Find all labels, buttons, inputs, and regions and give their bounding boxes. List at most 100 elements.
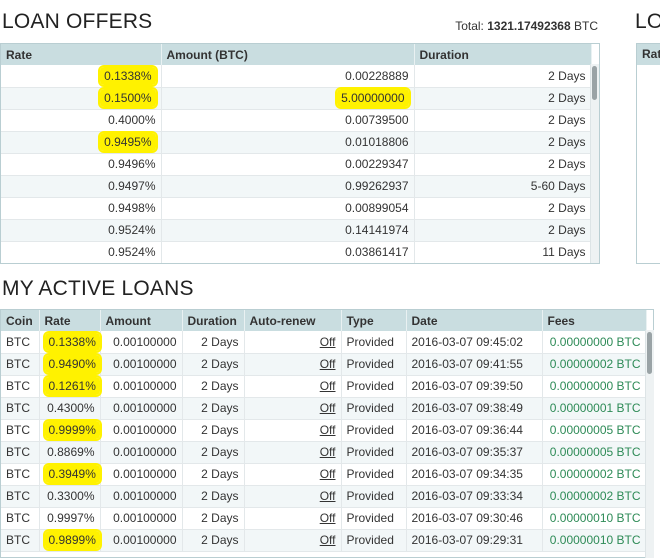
auto-renew-toggle-link[interactable]: Off — [320, 467, 336, 481]
auto-renew-toggle-link[interactable]: Off — [320, 489, 336, 503]
col-amount[interactable]: Amount (BTC) — [161, 44, 415, 65]
col-rate[interactable]: Rate — [39, 310, 101, 331]
loan-coin-text: BTC — [6, 489, 30, 503]
loan-rate-text: 0.8869% — [47, 445, 95, 459]
col-coin[interactable]: Coin — [1, 310, 40, 331]
col-duration[interactable]: Duration — [182, 310, 245, 331]
active-loan-row[interactable]: BTC 0.4300% 0.00100000 2 Days Off Provided 201… — [1, 397, 647, 420]
active-loan-row[interactable]: BTC 0.9999% 0.00100000 2 Days Off Provided 201… — [1, 419, 647, 442]
offer-amount-text: 0.01018806 — [345, 135, 409, 149]
offer-rate-text: 0.9498% — [108, 201, 156, 215]
auto-renew-toggle-link[interactable]: Off — [320, 335, 336, 349]
loan-date: 2016-03-07 09:39:50 — [406, 375, 543, 398]
loan-date-text: 2016-03-07 09:30:46 — [411, 511, 523, 525]
offer-duration-text: 2 Days — [548, 113, 586, 127]
loan-duration: 2 Days — [182, 397, 245, 420]
col-fees[interactable]: Fees — [542, 310, 647, 331]
loan-duration-text: 2 Days — [201, 511, 239, 525]
offer-row[interactable]: 0.9495% 0.01018806 2 Days — [1, 131, 592, 154]
loan-type: Provided — [341, 331, 407, 354]
loan-fees: 0.00000005 BTC — [542, 419, 647, 442]
loan-amount-text: 0.00100000 — [113, 533, 177, 547]
offer-rate: 0.9496% — [1, 153, 162, 176]
offer-row[interactable]: 0.9496% 0.00229347 2 Days — [1, 153, 592, 176]
offer-duration-text: 2 Days — [548, 223, 586, 237]
offer-amount: 0.14141974 — [161, 219, 415, 242]
offer-amount: 0.00229347 — [161, 153, 415, 176]
col-duration[interactable]: Duration — [414, 44, 592, 65]
auto-renew-toggle-link[interactable]: Off — [320, 511, 336, 525]
auto-renew-toggle-link[interactable]: Off — [320, 357, 336, 371]
loan-rate: 0.8869% — [39, 441, 101, 464]
loan-amount: 0.00100000 — [100, 375, 183, 398]
loan-auto-renew: Off — [244, 441, 342, 464]
loan-fees-text: 0.00000005 BTC — [549, 423, 641, 437]
loan-type: Provided — [341, 507, 407, 530]
active-loan-row[interactable]: BTC 0.9490% 0.00100000 2 Days Off Provided 201… — [1, 353, 647, 376]
offer-amount: 0.00739500 — [161, 109, 415, 132]
active-loan-row[interactable]: BTC 0.1338% 0.00100000 2 Days Off Provided 201… — [1, 331, 647, 354]
loan-type: Provided — [341, 375, 407, 398]
loan-coin-text: BTC — [6, 533, 30, 547]
loan-amount: 0.00100000 — [100, 353, 183, 376]
active-loan-row[interactable]: BTC 0.3300% 0.00100000 2 Days Off Provided 201… — [1, 485, 647, 508]
active-loan-row[interactable]: BTC 0.9997% 0.00100000 2 Days Off Provided 201… — [1, 507, 647, 530]
active-loan-row[interactable]: BTC 0.9899% 0.00100000 2 Days Off Provided 201… — [1, 529, 647, 552]
active-scrollbar[interactable] — [645, 330, 654, 558]
offer-duration-text: 2 Days — [548, 68, 586, 83]
offer-row[interactable]: 0.9498% 0.00899054 2 Days — [1, 197, 592, 220]
loan-fees-text: 0.00000010 BTC — [549, 511, 641, 525]
offer-row[interactable]: 0.9524% 0.03861417 11 Days — [1, 241, 592, 263]
total-value: 1321.17492368 — [487, 19, 571, 33]
loan-offers-table: Rate Amount (BTC) Duration 0.1338% 0.0022… — [1, 44, 592, 263]
auto-renew-toggle-link[interactable]: Off — [320, 401, 336, 415]
loan-type: Provided — [341, 419, 407, 442]
active-loan-row[interactable]: BTC 0.1261% 0.00100000 2 Days Off Provided 201… — [1, 375, 647, 398]
loan-coin: BTC — [1, 397, 40, 420]
offer-row[interactable]: 0.1500% 5.00000000 2 Days — [1, 87, 592, 110]
auto-renew-toggle-link[interactable]: Off — [320, 445, 336, 459]
loan-type: Provided — [341, 463, 407, 486]
active-loan-row[interactable]: BTC 0.8869% 0.00100000 2 Days Off Provided 201… — [1, 441, 647, 464]
offers-scroll-thumb[interactable] — [592, 66, 597, 100]
loan-rate-text: 0.9490% — [44, 355, 100, 373]
auto-renew-toggle-link[interactable]: Off — [320, 423, 336, 437]
loan-fees-text: 0.00000002 BTC — [549, 489, 641, 503]
loan-fees-text: 0.00000010 BTC — [549, 533, 641, 547]
auto-renew-toggle-link[interactable]: Off — [320, 379, 336, 393]
offer-row[interactable]: 0.9497% 0.99262937 5-60 Days — [1, 175, 592, 198]
col-type[interactable]: Type — [341, 310, 407, 331]
loan-rate-text: 0.1338% — [44, 332, 100, 351]
offer-rate-text: 0.9497% — [108, 179, 156, 193]
loan-duration-text: 2 Days — [201, 357, 239, 371]
loan-offers-title: LOAN OFFERS — [2, 10, 153, 33]
offer-duration: 2 Days — [414, 65, 592, 88]
active-loan-row[interactable]: BTC 0.3949% 0.00100000 2 Days Off Provided 201… — [1, 463, 647, 486]
loan-type-text: Provided — [346, 489, 394, 503]
loan-fees: 0.00000002 BTC — [542, 463, 647, 486]
loan-duration: 2 Days — [182, 419, 245, 442]
loan-coin: BTC — [1, 529, 40, 552]
active-loans-title: MY ACTIVE LOANS — [2, 277, 194, 300]
offer-row[interactable]: 0.1338% 0.00228889 2 Days — [1, 65, 592, 88]
loan-amount: 0.00100000 — [100, 529, 183, 552]
loan-rate-text: 0.3300% — [47, 489, 95, 503]
loan-type-text: Provided — [346, 533, 394, 547]
col-date[interactable]: Date — [406, 310, 543, 331]
loan-amount-text: 0.00100000 — [113, 511, 177, 525]
loan-type: Provided — [341, 441, 407, 464]
loan-offers-table-container[interactable]: Rate Amount (BTC) Duration 0.1338% 0.0022… — [0, 43, 600, 264]
col-auto-renew[interactable]: Auto-renew — [244, 310, 342, 331]
loan-fees: 0.00000001 BTC — [542, 397, 647, 420]
active-scroll-thumb[interactable] — [647, 332, 652, 374]
offer-row[interactable]: 0.9524% 0.14141974 2 Days — [1, 219, 592, 242]
auto-renew-toggle-link[interactable]: Off — [320, 533, 336, 547]
col-amount[interactable]: Amount — [100, 310, 183, 331]
offer-row[interactable]: 0.4000% 0.00739500 2 Days — [1, 109, 592, 132]
loan-auto-renew: Off — [244, 463, 342, 486]
active-loans-table-container[interactable]: Coin Rate Amount Duration Auto-renew Typ… — [0, 309, 654, 558]
offer-duration-text: 2 Days — [548, 91, 586, 105]
offer-amount-text: 0.99262937 — [345, 179, 409, 193]
offers-scrollbar[interactable] — [590, 64, 599, 263]
col-rate[interactable]: Rate — [1, 44, 162, 65]
